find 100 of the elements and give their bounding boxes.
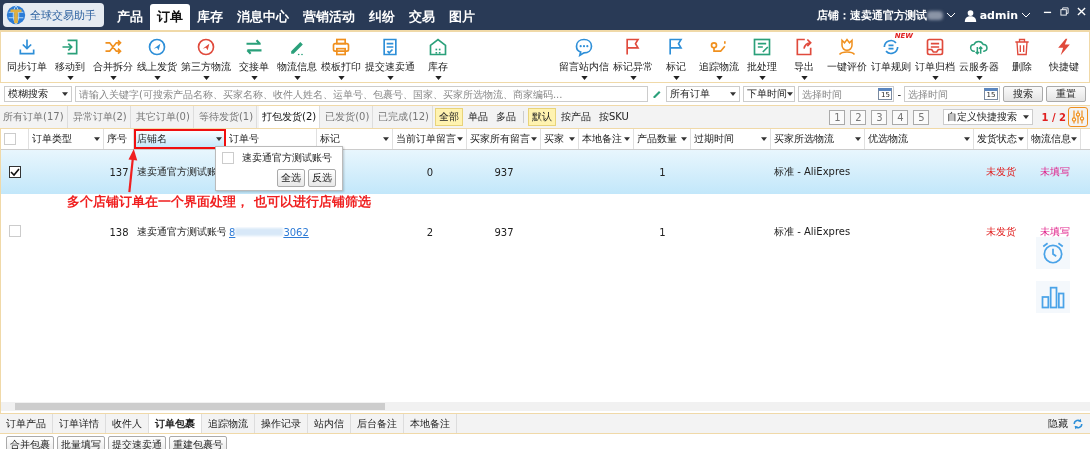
close-icon[interactable] — [1077, 7, 1086, 16]
quick-search-select[interactable]: 自定义快捷搜索 — [943, 109, 1034, 125]
caret-icon[interactable] — [855, 137, 861, 141]
toolbar-button[interactable]: 同步订单 — [5, 32, 49, 82]
page-button[interactable]: 5 — [913, 109, 930, 125]
toolbar-button[interactable]: 库存 — [417, 32, 459, 82]
detail-tab[interactable]: 后台备注 — [351, 414, 404, 433]
chevron-down-icon[interactable] — [945, 12, 956, 18]
table-row[interactable]: 138 速卖通官方测试账号 8 3062 2 937 1 标准 - AliExpres 未发货 未填写 — [1, 210, 1090, 254]
caret-icon[interactable] — [1018, 137, 1024, 141]
select-all-button[interactable]: 全选 — [277, 169, 305, 187]
toolbar-button[interactable]: 模板打印 — [319, 32, 363, 82]
status-tab[interactable]: 已发货(0) — [322, 106, 374, 128]
column-header[interactable]: 买家所选物流 — [771, 129, 865, 149]
toolbar-button[interactable]: 导出 — [783, 32, 825, 82]
column-header[interactable]: 优选物流 — [865, 129, 974, 149]
chevron-down-icon[interactable] — [1021, 12, 1031, 18]
toolbar-button[interactable]: 标记 — [655, 32, 697, 82]
caret-icon[interactable] — [569, 137, 575, 141]
sort-filter-chip[interactable]: 默认 — [527, 108, 556, 126]
status-tab[interactable]: 其它订单(0) — [132, 106, 194, 128]
toolbar-button[interactable]: 批处理 — [741, 32, 783, 82]
reset-button[interactable]: 重置 — [1046, 86, 1086, 102]
detail-tab[interactable]: 订单产品 — [0, 414, 53, 433]
status-tab[interactable]: 等待发货(1) — [195, 106, 258, 128]
toolbar-button[interactable]: 移动到 — [49, 32, 91, 82]
select-all-checkbox[interactable] — [4, 133, 16, 145]
detail-tab[interactable]: 订单包裹 — [149, 414, 202, 433]
detail-tab[interactable]: 站内信 — [308, 414, 351, 433]
column-header[interactable]: 当前订单留言 — [393, 129, 467, 149]
refresh-icon[interactable] — [1072, 417, 1084, 430]
toolbar-button[interactable]: 留言站内信 — [557, 32, 611, 82]
time-field-select[interactable]: 下单时间 — [743, 86, 796, 102]
hide-button[interactable]: 隐藏 — [1044, 414, 1072, 433]
caret-icon[interactable] — [457, 137, 463, 141]
horizontal-scrollbar[interactable] — [1, 402, 1090, 411]
detail-tab[interactable]: 本地备注 — [404, 414, 457, 433]
column-header[interactable]: 买家所有留言 — [467, 129, 541, 149]
toolbar-button[interactable]: 订单归档 — [913, 32, 957, 82]
toolbar-button[interactable]: 云服务器 — [957, 32, 1001, 82]
option-label[interactable]: 速卖通官方测试账号 — [242, 151, 332, 165]
user-name[interactable]: admin — [979, 8, 1018, 22]
search-mode-select[interactable]: 模糊搜索 — [4, 86, 72, 102]
status-tab[interactable]: 已完成(12) — [375, 106, 433, 128]
column-header[interactable]: 本地备注 — [579, 129, 634, 149]
status-tab[interactable]: 打包发货(2) — [259, 106, 321, 128]
action-button[interactable]: 重建包裹号 — [169, 436, 227, 449]
detail-tab[interactable]: 操作记录 — [255, 414, 308, 433]
toolbar-button[interactable]: 标记异常 — [611, 32, 655, 82]
caret-icon[interactable] — [964, 137, 970, 141]
nav-tab[interactable]: 产品 — [110, 4, 150, 30]
sort-filter-chip[interactable]: 按产品 — [557, 109, 594, 125]
toolbar-button[interactable]: 追踪物流 — [697, 32, 741, 82]
toolbar-button[interactable]: 提交速卖通 — [363, 32, 417, 82]
column-header[interactable]: 发货状态 — [974, 129, 1028, 149]
caret-icon[interactable] — [681, 137, 687, 141]
caret-icon[interactable] — [761, 137, 767, 141]
bar-chart-button[interactable] — [1036, 281, 1070, 313]
nav-tab[interactable]: 库存 — [190, 4, 230, 30]
page-button[interactable]: 1 — [829, 109, 846, 125]
column-header[interactable]: 店铺名 — [134, 129, 226, 149]
caret-icon[interactable] — [1071, 137, 1077, 141]
page-button[interactable]: 2 — [850, 109, 867, 125]
order-filter-select[interactable]: 所有订单 — [666, 86, 741, 102]
action-button[interactable]: 批量填写 — [57, 436, 105, 449]
status-tab[interactable]: 异常订单(2) — [69, 106, 131, 128]
nav-tab[interactable]: 图片 — [442, 4, 482, 30]
column-header[interactable]: 物流信息 — [1028, 129, 1081, 149]
toolbar-button[interactable]: 快捷键 — [1043, 32, 1085, 82]
item-filter-chip[interactable]: 多品 — [492, 109, 519, 125]
toolbar-button[interactable]: 删除 — [1001, 32, 1043, 82]
restore-icon[interactable] — [1060, 7, 1069, 16]
action-button[interactable]: 合并包裹 — [6, 436, 54, 449]
toolbar-button[interactable]: 合并拆分 — [91, 32, 135, 82]
page-button[interactable]: 3 — [871, 109, 888, 125]
nav-tab[interactable]: 纠纷 — [362, 4, 402, 30]
nav-tab[interactable]: 交易 — [402, 4, 442, 30]
column-header[interactable]: 产品数量 — [634, 129, 691, 149]
column-header[interactable]: 过期时间 — [691, 129, 771, 149]
column-header[interactable]: 订单类型 — [29, 129, 104, 149]
detail-tab[interactable]: 订单详情 — [53, 414, 106, 433]
toolbar-button[interactable]: 一键评价 — [825, 32, 869, 82]
action-button[interactable]: 提交速卖通 — [108, 436, 166, 449]
nav-tab[interactable]: 订单 — [150, 4, 190, 30]
row-checkbox[interactable] — [9, 165, 21, 178]
checkbox[interactable] — [222, 152, 234, 164]
order-number-link[interactable]: 8 3062 — [229, 226, 309, 238]
caret-icon[interactable] — [94, 137, 100, 141]
shop-name[interactable]: 速卖通官方测试 — [849, 7, 927, 23]
toolbar-button[interactable]: 交接单 — [233, 32, 275, 82]
nav-tab[interactable]: 营销活动 — [296, 4, 362, 30]
item-filter-chip[interactable]: 全部 — [434, 108, 463, 126]
caret-icon[interactable] — [624, 137, 630, 141]
toolbar-button[interactable]: 物流信息 — [275, 32, 319, 82]
status-tab[interactable]: 所有订单(17) — [0, 106, 68, 128]
toolbar-button[interactable]: 线上发货 — [135, 32, 179, 82]
caret-icon[interactable] — [531, 137, 537, 141]
item-filter-chip[interactable]: 单品 — [464, 109, 491, 125]
invert-selection-button[interactable]: 反选 — [308, 169, 336, 187]
caret-icon[interactable] — [216, 137, 222, 141]
